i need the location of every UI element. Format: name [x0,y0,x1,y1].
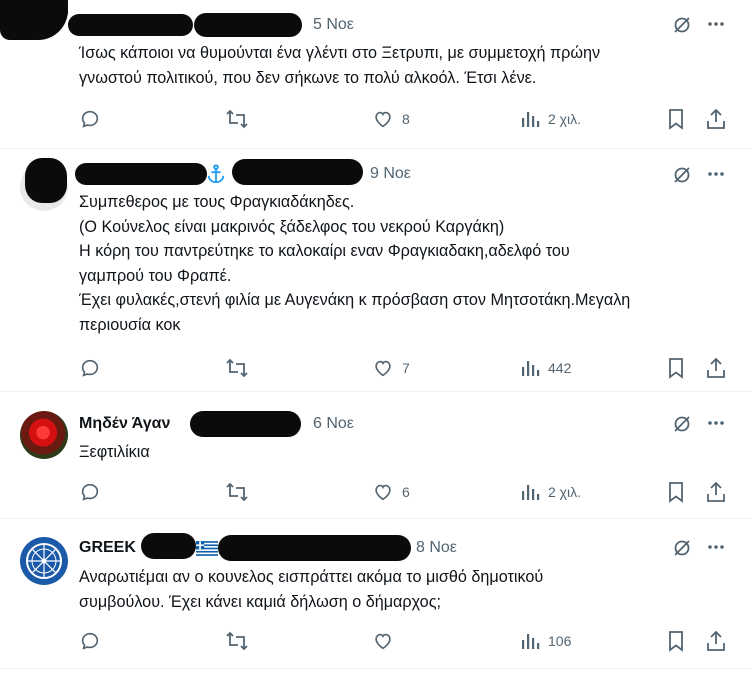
action-bar: 8 2 χιλ. [79,107,729,131]
views-icon [522,112,540,127]
bookmark-icon [669,631,683,652]
reply-icon [81,483,99,501]
redacted-name [141,533,196,559]
tweet-4[interactable]: GREEK 8 Νοε Αναρωτιέμαι αν ο κουνελος ει… [0,519,752,677]
more-icon[interactable] [706,413,726,438]
like-count: 7 [402,360,410,376]
avatar[interactable] [20,537,68,585]
more-icon[interactable] [706,537,726,562]
like-icon [375,111,391,128]
like-icon [375,360,391,377]
tweet-text: Ίσως κάποιοι να θυμούνται ένα γλέντι στο… [79,44,601,87]
display-name[interactable]: Μηδέν Άγαν [79,415,170,433]
share-icon [707,108,725,129]
like-button[interactable]: 8 [372,107,410,131]
share-icon [707,630,725,651]
reply-icon [81,110,99,128]
views-count: 106 [548,633,572,649]
tweet-3[interactable]: Μηδέν Άγαν 6 Νοε Ξεφτιλίκια 6 2 χιλ. [0,392,752,517]
avatar-emblem-icon [26,543,62,579]
like-button[interactable]: 6 [372,480,410,504]
action-bar: 106 [79,629,729,653]
views-button[interactable]: 442 [520,356,571,380]
redacted-name [68,14,193,36]
repost-button[interactable] [225,480,257,504]
tweet-2[interactable]: 9 Νοε Συμπεθερος με τους Φραγκιαδάκηδες.… [0,149,752,391]
action-bar: 7 442 [79,356,729,380]
like-icon [375,633,391,650]
reply-button[interactable] [79,356,109,380]
reply-button[interactable] [79,480,109,504]
like-icon [375,484,391,501]
repost-button[interactable] [225,107,257,131]
more-icon[interactable] [706,14,726,39]
tweet-text: Ξεφτιλίκια [79,443,150,461]
redacted-handle [232,159,363,185]
repost-icon [226,358,248,378]
repost-icon [226,631,248,651]
tweet-date[interactable]: 8 Νοε [416,539,457,557]
avatar[interactable] [20,411,68,459]
reply-icon [81,632,99,650]
views-button[interactable]: 2 χιλ. [520,480,581,504]
reply-button[interactable] [79,107,109,131]
redacted-handle [190,411,301,437]
views-count: 2 χιλ. [548,111,582,127]
views-button[interactable]: 2 χιλ. [520,107,581,131]
divider [0,668,752,669]
tweet-1[interactable]: 5 Νοε Ίσως κάποιοι να θυμούνται ένα γλέν… [0,0,752,148]
share-icon [707,357,725,378]
tweet-date[interactable]: 9 Νοε [370,165,411,183]
views-button[interactable]: 106 [520,629,571,653]
repost-icon [226,482,248,502]
bookmark-button[interactable] [666,629,686,653]
redacted-handle [218,535,411,561]
tweet-date[interactable]: 5 Νοε [313,16,354,34]
redacted-handle [194,13,302,37]
redacted-name [75,163,207,185]
share-button[interactable] [705,629,727,653]
action-bar: 6 2 χιλ. [79,480,729,504]
bookmark-icon [669,358,683,379]
views-icon [522,634,540,649]
bookmark-icon [669,109,683,130]
tweet-date[interactable]: 6 Νοε [313,415,354,433]
like-button[interactable] [372,629,402,653]
share-button[interactable] [705,356,727,380]
greek-flag-icon [196,541,218,561]
like-count: 6 [402,484,410,500]
share-button[interactable] [705,480,727,504]
repost-button[interactable] [225,356,257,380]
views-icon [522,361,540,376]
bookmark-button[interactable] [666,480,686,504]
views-icon [522,485,540,500]
reply-icon [81,359,99,377]
grok-icon[interactable] [672,165,692,190]
bookmark-button[interactable] [666,356,686,380]
repost-icon [226,109,248,129]
grok-icon[interactable] [672,15,692,40]
views-count: 442 [548,360,572,376]
grok-icon[interactable] [672,414,692,439]
share-button[interactable] [705,107,727,131]
bookmark-button[interactable] [666,107,686,131]
redacted-overlay [0,0,68,40]
views-count: 2 χιλ. [548,484,582,500]
grok-icon[interactable] [672,538,692,563]
display-name[interactable]: GREEK [79,539,136,557]
tweet-text: Συμπεθερος με τους Φραγκιαδάκηδες. (Ο Κο… [79,193,631,334]
like-count: 8 [402,111,410,127]
anchor-icon [205,163,227,190]
bookmark-icon [669,482,683,503]
more-icon[interactable] [706,164,726,189]
redacted-face [25,158,67,203]
reply-button[interactable] [79,629,109,653]
tweet-text: Αναρωτιέμαι αν ο κουνελος εισπράττει ακό… [79,568,544,611]
like-button[interactable]: 7 [372,356,410,380]
repost-button[interactable] [225,629,257,653]
share-icon [707,481,725,502]
